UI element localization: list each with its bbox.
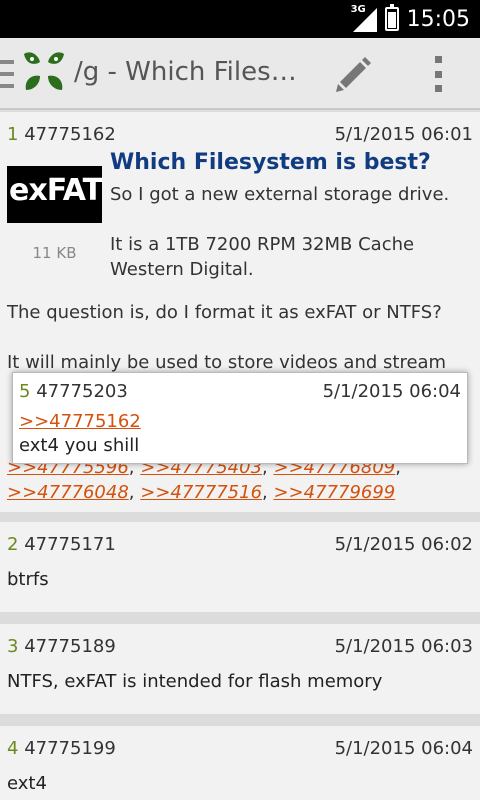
post-id: 47775199 bbox=[24, 738, 116, 759]
reply-link[interactable]: >>47779699 bbox=[273, 482, 395, 503]
reply-post[interactable]: 3 47775189 5/1/2015 06:03 NTFS, exFAT is… bbox=[0, 624, 480, 714]
post-date: 5/1/2015 06:03 bbox=[334, 636, 473, 657]
clock: 15:05 bbox=[406, 6, 470, 32]
reply-link[interactable]: >>47776048 bbox=[7, 482, 129, 503]
post-text: NTFS, exFAT is intended for flash memory bbox=[7, 671, 383, 692]
app-logo-icon[interactable] bbox=[20, 50, 68, 96]
post-date: 5/1/2015 06:02 bbox=[334, 534, 473, 555]
post-id: 47775189 bbox=[24, 636, 116, 657]
reply-post[interactable]: 2 47775171 5/1/2015 06:02 btrfs bbox=[0, 522, 480, 612]
reply-post[interactable]: 4 47775199 5/1/2015 06:04 ext4 bbox=[0, 726, 480, 800]
popup-post-date: 5/1/2015 06:04 bbox=[322, 381, 461, 402]
popup-header: 5 47775203 bbox=[19, 381, 128, 402]
post-number: 4 bbox=[7, 738, 19, 759]
thumbnail-logo: exFAT bbox=[9, 173, 102, 208]
post-text: ext4 bbox=[7, 773, 47, 794]
pencil-icon[interactable] bbox=[332, 52, 376, 96]
post-date: 5/1/2015 06:04 bbox=[334, 738, 473, 759]
thumbnail-size: 11 KB bbox=[32, 244, 77, 262]
quote-popup[interactable]: 5 47775203 5/1/2015 06:04 >>47775162 ext… bbox=[12, 372, 468, 464]
post-id: 47775162 bbox=[24, 124, 116, 145]
post-text: btrfs bbox=[7, 569, 49, 590]
post-header: 2 47775171 bbox=[7, 534, 116, 555]
battery-icon bbox=[384, 4, 399, 31]
thread-title: /g - Which Filesy... bbox=[74, 57, 304, 87]
post-text: So I got a new external storage drive. I… bbox=[110, 182, 470, 282]
post-header: 3 47775189 bbox=[7, 636, 116, 657]
post-header: 4 47775199 bbox=[7, 738, 116, 759]
post-line: So I got a new external storage drive. bbox=[110, 184, 450, 205]
post-subject: Which Filesystem is best? bbox=[110, 150, 431, 175]
popup-post-id: 47775203 bbox=[36, 381, 128, 402]
reply-link[interactable]: >>47777516 bbox=[140, 482, 262, 503]
post-number: 1 bbox=[7, 124, 19, 145]
popup-post-number: 5 bbox=[19, 381, 31, 402]
post-header: 1 47775162 bbox=[7, 124, 116, 145]
post-date: 5/1/2015 06:01 bbox=[334, 124, 473, 145]
popup-post-text: ext4 you shill bbox=[19, 435, 140, 456]
post-line: It is a 1TB 7200 RPM 32MB Cache Western … bbox=[110, 234, 415, 280]
network-type: 3G bbox=[350, 4, 366, 15]
signal-icon: 3G bbox=[350, 4, 377, 32]
post-id: 47775171 bbox=[24, 534, 116, 555]
post-thumbnail[interactable]: exFAT bbox=[7, 166, 102, 223]
overflow-menu-icon[interactable] bbox=[428, 56, 448, 92]
post-number: 2 bbox=[7, 534, 19, 555]
post-number: 3 bbox=[7, 636, 19, 657]
action-bar: /g - Which Filesy... bbox=[0, 38, 480, 110]
drawer-icon[interactable] bbox=[0, 60, 14, 88]
quote-link[interactable]: >>47775162 bbox=[19, 411, 141, 432]
post-paragraph: The question is, do I format it as exFAT… bbox=[7, 302, 442, 323]
status-bar: 3G 15:05 bbox=[0, 0, 480, 38]
